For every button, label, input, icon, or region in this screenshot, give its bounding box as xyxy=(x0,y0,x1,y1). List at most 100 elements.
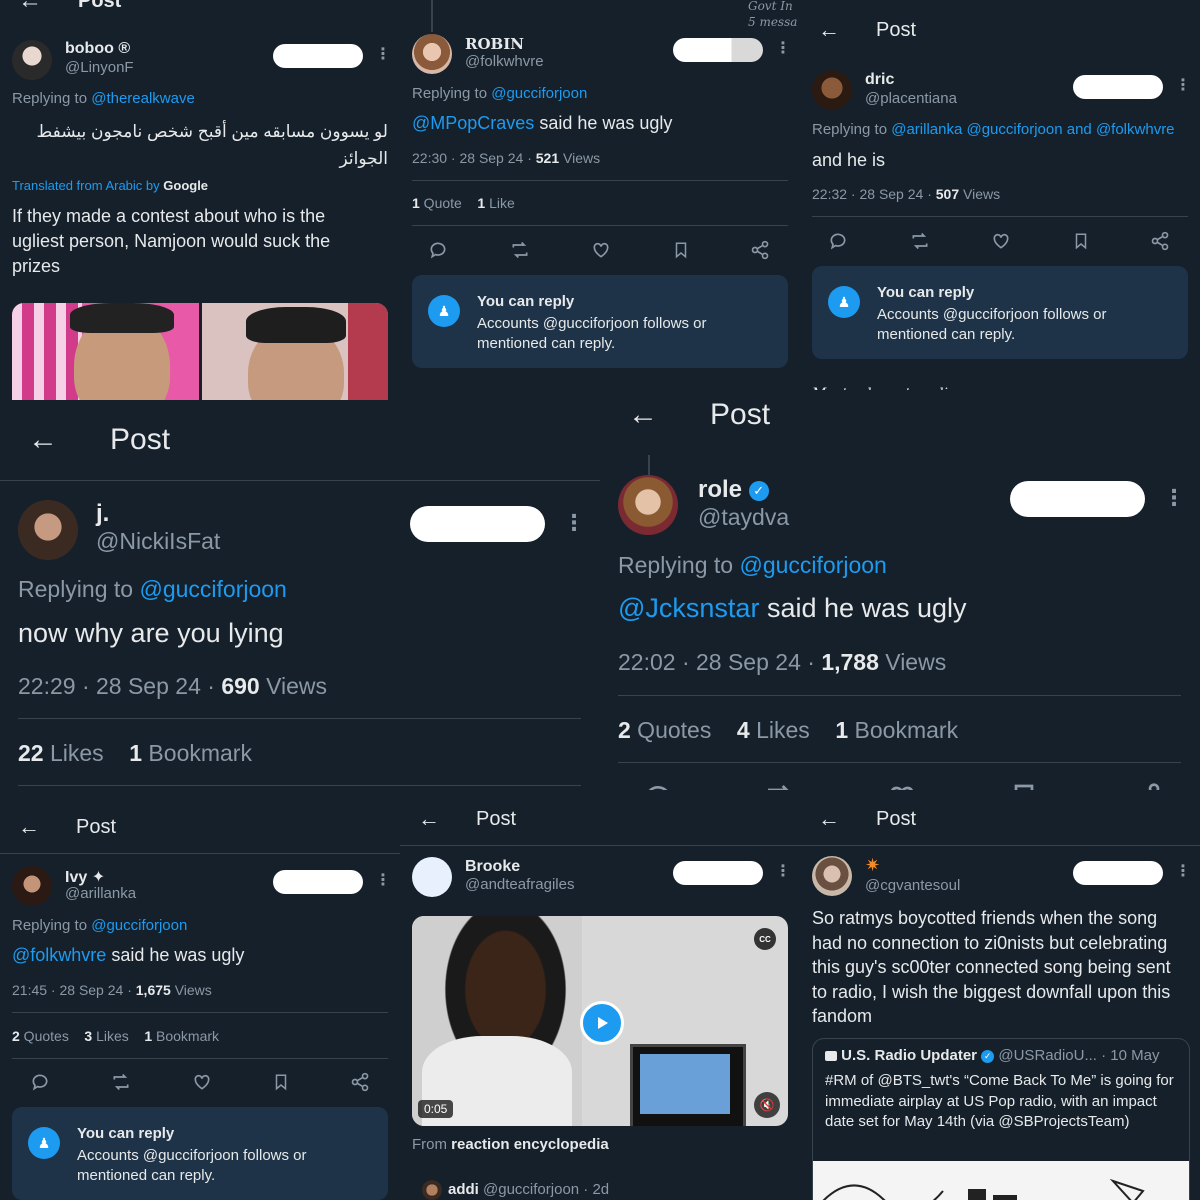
back-arrow-icon[interactable]: ← xyxy=(18,0,42,15)
replying-handle-link[interactable]: @gucciforjoon xyxy=(139,576,286,602)
like-count-link[interactable]: 3 Likes xyxy=(84,1028,128,1044)
author-name[interactable]: ROBIN xyxy=(465,35,524,53)
mention-link[interactable]: @MPopCraves xyxy=(412,113,534,133)
timestamp: 22:02 · 28 Sep 24 · xyxy=(618,649,822,675)
bookmark-count-link[interactable]: 1 Bookmark xyxy=(835,717,958,743)
bookmark-icon[interactable] xyxy=(272,1072,290,1092)
author-name[interactable]: dric xyxy=(865,71,894,89)
more-icon[interactable]: ⋮ xyxy=(1163,485,1185,511)
replying-handle-link[interactable]: @gucciforjoon xyxy=(491,85,587,102)
bookmark-count-link[interactable]: 1 Bookmark xyxy=(129,740,252,766)
quoted-author[interactable]: U.S. Radio Updater ✓ @USRadioU... · 10 M… xyxy=(825,1047,1160,1064)
author-name[interactable]: ✷ xyxy=(865,855,880,876)
replying-handle-link[interactable]: @arillanka @gucciforjoon and @folkwhvre xyxy=(891,121,1174,138)
author-handle[interactable]: @folkwhvre xyxy=(465,53,544,70)
follow-button[interactable] xyxy=(273,44,363,68)
avatar[interactable] xyxy=(812,70,852,110)
cc-icon[interactable]: CC xyxy=(754,928,776,950)
author-name[interactable]: Brooke xyxy=(465,858,520,876)
author-handle[interactable]: @taydva xyxy=(698,504,789,531)
author-name[interactable]: boboo ® xyxy=(65,40,130,58)
author-handle[interactable]: @placentiana xyxy=(865,90,957,107)
replying-handle-link[interactable]: @gucciforjoon xyxy=(91,917,187,934)
quoted-image[interactable] xyxy=(813,1161,1189,1200)
avatar[interactable] xyxy=(812,856,852,896)
follow-button[interactable] xyxy=(1073,75,1163,99)
mention-link[interactable]: @folkwhvre xyxy=(12,945,106,965)
like-icon[interactable] xyxy=(192,1072,212,1092)
reply-permission-icon: ♟ xyxy=(28,1127,60,1159)
avatar[interactable] xyxy=(12,40,52,80)
back-arrow-icon[interactable]: ← xyxy=(628,398,658,432)
replying-handle-link[interactable]: @gucciforjoon xyxy=(739,552,886,578)
more-icon[interactable]: ⋮ xyxy=(1175,75,1191,95)
author-handle[interactable]: @andteafragiles xyxy=(465,876,574,893)
quote-count-link[interactable]: 1 Quote xyxy=(412,195,462,211)
mention-link[interactable]: @Jcksnstar xyxy=(618,593,759,623)
share-icon[interactable] xyxy=(1150,231,1170,251)
like-count-link[interactable]: 22 Likes xyxy=(18,740,104,766)
quote-count-link[interactable]: 2 Quotes xyxy=(12,1028,69,1044)
follow-button[interactable] xyxy=(410,506,545,542)
next-reply-author[interactable]: addi @gucciforjoon · 2d xyxy=(448,1181,609,1198)
follow-button[interactable] xyxy=(673,861,763,885)
back-arrow-icon[interactable]: ← xyxy=(18,814,40,840)
avatar[interactable] xyxy=(12,866,52,906)
quote-count-link[interactable]: 2 Quotes xyxy=(618,717,711,743)
follow-button[interactable] xyxy=(273,870,363,894)
page-title: Post xyxy=(78,0,122,12)
back-arrow-icon[interactable]: ← xyxy=(818,17,840,43)
bookmark-icon[interactable] xyxy=(1072,231,1090,251)
tweet-image-right[interactable] xyxy=(202,303,388,400)
translated-from[interactable]: Translated from Arabic by xyxy=(12,178,160,193)
reply-icon[interactable] xyxy=(828,231,848,251)
tweet-image-left[interactable] xyxy=(12,303,199,400)
back-arrow-icon[interactable]: ← xyxy=(818,806,840,832)
more-icon[interactable]: ⋮ xyxy=(1175,861,1191,881)
replying-handle-link[interactable]: @therealkwave xyxy=(91,90,195,107)
author-name[interactable]: j. xyxy=(96,500,109,528)
author-handle[interactable]: @NickiIsFat xyxy=(96,528,220,555)
avatar[interactable] xyxy=(18,500,78,560)
more-icon[interactable]: ⋮ xyxy=(775,861,791,881)
author-handle[interactable]: @cgvantesoul xyxy=(865,877,960,894)
follow-button[interactable] xyxy=(1010,481,1145,517)
more-icon[interactable]: ⋮ xyxy=(375,44,391,64)
more-icon[interactable]: ⋮ xyxy=(375,870,391,890)
next-reply-avatar[interactable] xyxy=(422,1180,442,1200)
retweet-icon[interactable] xyxy=(909,231,931,251)
video-source[interactable]: From reaction encyclopedia xyxy=(412,1136,609,1153)
like-count-link[interactable]: 4 Likes xyxy=(737,717,810,743)
retweet-icon[interactable] xyxy=(110,1072,132,1092)
follow-button[interactable] xyxy=(673,38,763,62)
back-arrow-icon[interactable]: ← xyxy=(418,806,440,832)
share-icon[interactable] xyxy=(350,1072,370,1092)
bookmark-count-link[interactable]: 1 Bookmark xyxy=(144,1028,219,1044)
translation-note[interactable]: Translated from Arabic by Google xyxy=(12,178,208,193)
avatar[interactable] xyxy=(618,475,678,535)
author-name[interactable]: role ✓ xyxy=(698,476,769,504)
author-handle[interactable]: @arillanka xyxy=(65,885,136,902)
follow-button[interactable] xyxy=(1073,861,1163,885)
author-handle[interactable]: @LinyonF xyxy=(65,59,134,76)
like-icon[interactable] xyxy=(991,231,1011,251)
play-icon[interactable] xyxy=(580,1001,624,1045)
retweet-icon[interactable] xyxy=(509,240,531,260)
avatar[interactable] xyxy=(412,857,452,897)
video-player[interactable]: CC 0:05 🔇 xyxy=(412,916,788,1126)
reply-icon[interactable] xyxy=(30,1072,50,1092)
more-icon[interactable]: ⋮ xyxy=(563,510,585,536)
back-arrow-icon[interactable]: ← xyxy=(28,423,58,457)
like-count-link[interactable]: 1 Like xyxy=(477,195,514,211)
avatar[interactable] xyxy=(412,34,452,74)
mute-icon[interactable]: 🔇 xyxy=(754,1092,780,1118)
author-name[interactable]: Ivy ✦ xyxy=(65,867,105,887)
reply-icon[interactable] xyxy=(428,240,448,260)
quoted-tweet[interactable]: U.S. Radio Updater ✓ @USRadioU... · 10 M… xyxy=(812,1038,1190,1200)
like-icon[interactable] xyxy=(591,240,611,260)
source-name[interactable]: reaction encyclopedia xyxy=(451,1136,609,1153)
share-icon[interactable] xyxy=(750,240,770,260)
more-icon[interactable]: ⋮ xyxy=(775,38,791,58)
bookmark-icon[interactable] xyxy=(672,240,690,260)
from-label: From xyxy=(412,1136,452,1153)
